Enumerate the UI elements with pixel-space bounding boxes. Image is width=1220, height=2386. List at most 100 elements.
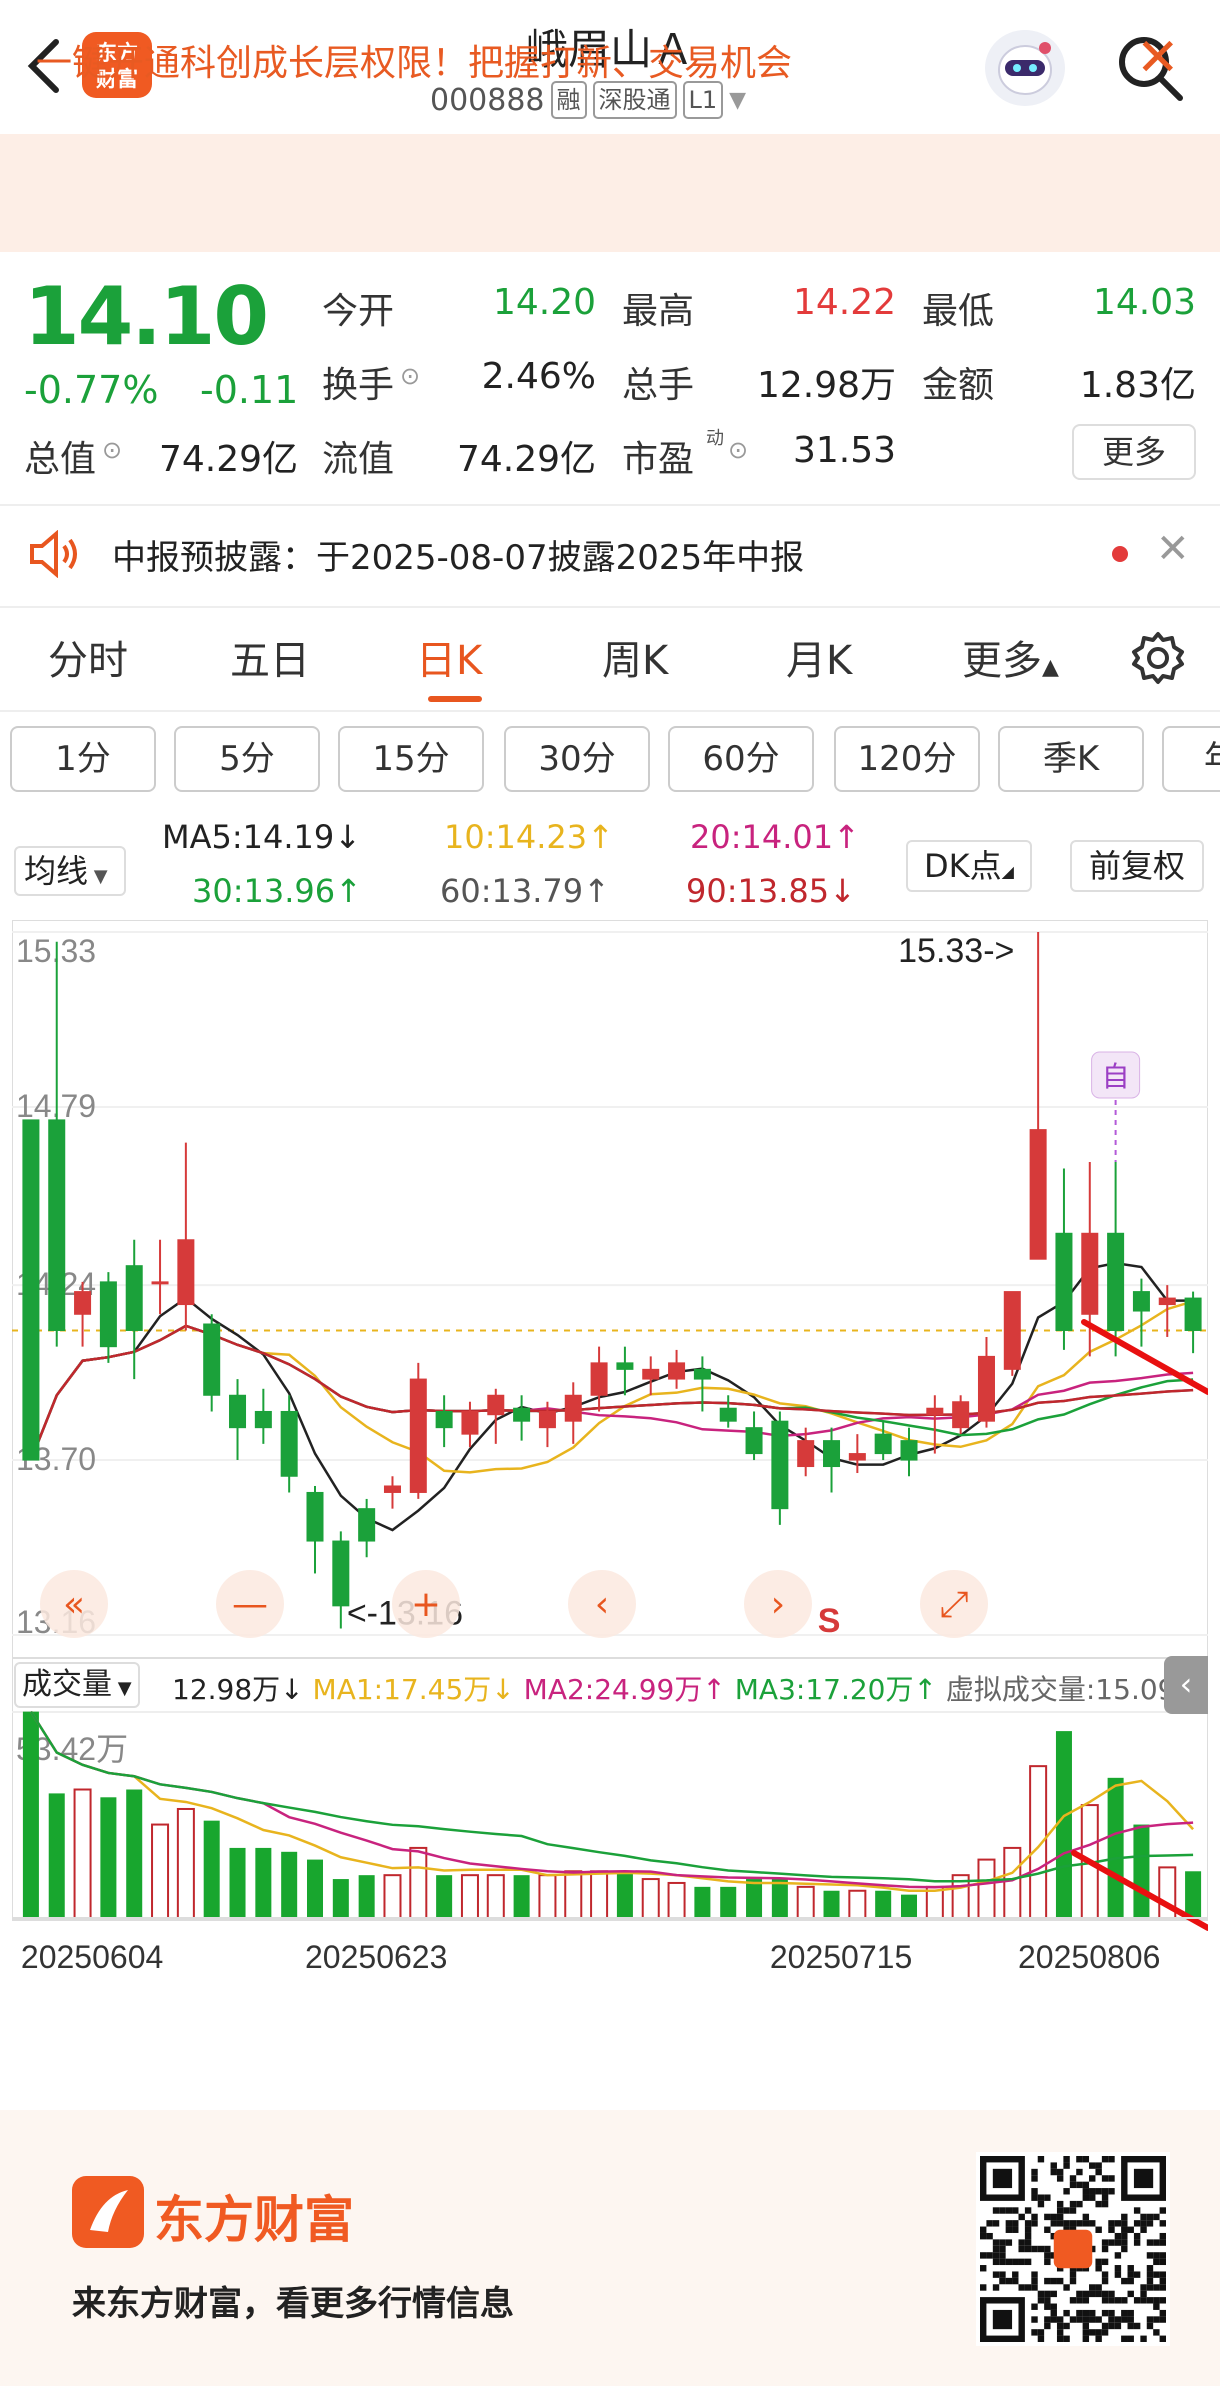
qr-module xyxy=(1082,2181,1090,2189)
kline-chart[interactable]: 15.3314.7914.2413.7013.1615.33-><-13.16自… xyxy=(12,920,1208,2000)
qr-module xyxy=(1082,2194,1090,2201)
close-icon[interactable]: ✕ xyxy=(1156,526,1190,572)
period-5min[interactable]: 5分 xyxy=(174,726,320,792)
open-label: 今开 xyxy=(322,291,395,332)
qr-module xyxy=(1121,2277,1128,2285)
qr-module xyxy=(1108,2156,1115,2163)
amount-label: 金额 xyxy=(922,365,995,406)
candle-body xyxy=(461,1410,479,1435)
candle-body xyxy=(616,1362,634,1370)
fullscreen-icon-glyph: ⤢ xyxy=(940,1584,969,1625)
collapse-panel-icon[interactable]: ‹ xyxy=(1164,1656,1208,1714)
indicator-selector[interactable]: 成交量 ▼ xyxy=(14,1662,140,1708)
period-60min[interactable]: 60分 xyxy=(668,726,814,792)
ma20-value: 20:14.01↑ xyxy=(690,818,860,856)
ma90-value: 90:13.85↓ xyxy=(686,872,856,910)
qr-module xyxy=(1095,2290,1102,2298)
assistant-avatar-icon[interactable] xyxy=(985,30,1065,106)
tab-weekly-k[interactable]: 周K xyxy=(602,628,668,686)
period-30min[interactable]: 30分 xyxy=(504,726,650,792)
period-15min[interactable]: 15分 xyxy=(338,726,484,792)
info-icon[interactable]: ⊙ xyxy=(102,436,122,464)
qr-module xyxy=(1031,2220,1038,2227)
qr-module xyxy=(1005,2226,1013,2233)
qr-module xyxy=(1069,2277,1077,2285)
qr-module xyxy=(1159,2220,1166,2227)
qr-module xyxy=(1146,2265,1154,2272)
candle-body xyxy=(642,1368,660,1380)
tab-timeshare[interactable]: 分时 xyxy=(48,628,128,686)
qr-module xyxy=(980,2226,987,2233)
qr-module xyxy=(1082,2290,1090,2298)
period-year-k[interactable]: 年 xyxy=(1162,726,1220,792)
qr-module xyxy=(992,2284,1000,2291)
qr-module xyxy=(1044,2277,1051,2285)
ma-selector[interactable]: 均线 ▼ xyxy=(14,846,126,896)
qr-module xyxy=(1089,2284,1096,2291)
qr-module xyxy=(1140,2284,1147,2291)
candle-body xyxy=(48,1119,66,1331)
qr-module xyxy=(1089,2175,1096,2182)
qr-module xyxy=(1121,2239,1128,2246)
dk-point-button[interactable]: DK点◢ xyxy=(906,840,1032,892)
qr-module xyxy=(1063,2335,1070,2342)
info-icon[interactable]: ⊙ xyxy=(728,436,748,464)
volume-value: 12.98万 xyxy=(756,365,896,406)
volume-bar xyxy=(720,1886,737,1918)
vol-ma1: MA1:17.45万↓ xyxy=(312,1673,515,1706)
candle-body xyxy=(926,1407,944,1416)
volume-header: 12.98万↓ MA1:17.45万↓ MA2:24.99万↑ MA3:17.2… xyxy=(172,1668,1203,1708)
qr-module xyxy=(1146,2277,1154,2285)
volume-bar xyxy=(875,1890,892,1918)
qr-module xyxy=(1056,2329,1064,2336)
qr-module xyxy=(999,2239,1006,2246)
candle-body xyxy=(1107,1232,1125,1331)
qr-module xyxy=(1076,2309,1083,2317)
qr-module xyxy=(1153,2316,1160,2323)
qr-module xyxy=(1101,2156,1109,2163)
qr-module xyxy=(1076,2156,1083,2163)
qr-module xyxy=(999,2277,1006,2285)
qr-module xyxy=(1159,2239,1166,2246)
qr-module xyxy=(1031,2277,1038,2285)
close-icon[interactable]: ✕ xyxy=(1136,28,1186,88)
qr-module xyxy=(1089,2194,1096,2201)
qr-module xyxy=(1159,2252,1166,2259)
candle-body xyxy=(693,1368,711,1380)
candle-body xyxy=(564,1394,582,1422)
tab-daily-k[interactable]: 日K xyxy=(416,628,482,686)
qr-module xyxy=(1108,2309,1115,2317)
qr-module xyxy=(1012,2226,1019,2233)
candle-body xyxy=(383,1485,401,1493)
period-quarter-k[interactable]: 季K xyxy=(998,726,1144,792)
chevron-down-icon[interactable]: ▼ xyxy=(729,88,746,113)
qr-module xyxy=(1082,2188,1090,2195)
qr-module xyxy=(1127,2335,1134,2342)
qr-module xyxy=(1127,2290,1134,2298)
qr-module xyxy=(1159,2335,1166,2342)
candle-body xyxy=(177,1239,195,1306)
qr-module xyxy=(1024,2226,1032,2233)
qr-module xyxy=(1101,2200,1109,2208)
tab-more[interactable]: 更多▲ xyxy=(962,628,1059,686)
notice-text[interactable]: 中报预披露：于2025-08-07披露2025年中报 xyxy=(112,530,804,579)
promo-banner[interactable] xyxy=(0,134,1220,252)
volume-bar xyxy=(771,1879,788,1918)
chart-frame xyxy=(12,920,1208,1921)
adjust-forward-button[interactable]: 前复权 xyxy=(1070,840,1204,892)
period-1min[interactable]: 1分 xyxy=(10,726,156,792)
down-arrow: ↓ xyxy=(280,1673,304,1706)
tab-monthly-k[interactable]: 月K xyxy=(786,628,852,686)
float-cap-label: 流值 xyxy=(322,439,395,480)
more-quote-button[interactable]: 更多 xyxy=(1072,424,1196,480)
qr-module xyxy=(1050,2277,1057,2285)
qr-module xyxy=(1153,2239,1160,2246)
qr-module xyxy=(1121,2220,1128,2227)
tab-five-day[interactable]: 五日 xyxy=(230,628,310,686)
info-icon[interactable]: ⊙ xyxy=(400,362,420,390)
volume-bar xyxy=(383,1874,402,1920)
period-120min[interactable]: 120分 xyxy=(834,726,980,792)
qr-module xyxy=(1146,2252,1154,2259)
candle-body xyxy=(719,1407,737,1422)
gear-icon[interactable] xyxy=(1130,630,1186,686)
